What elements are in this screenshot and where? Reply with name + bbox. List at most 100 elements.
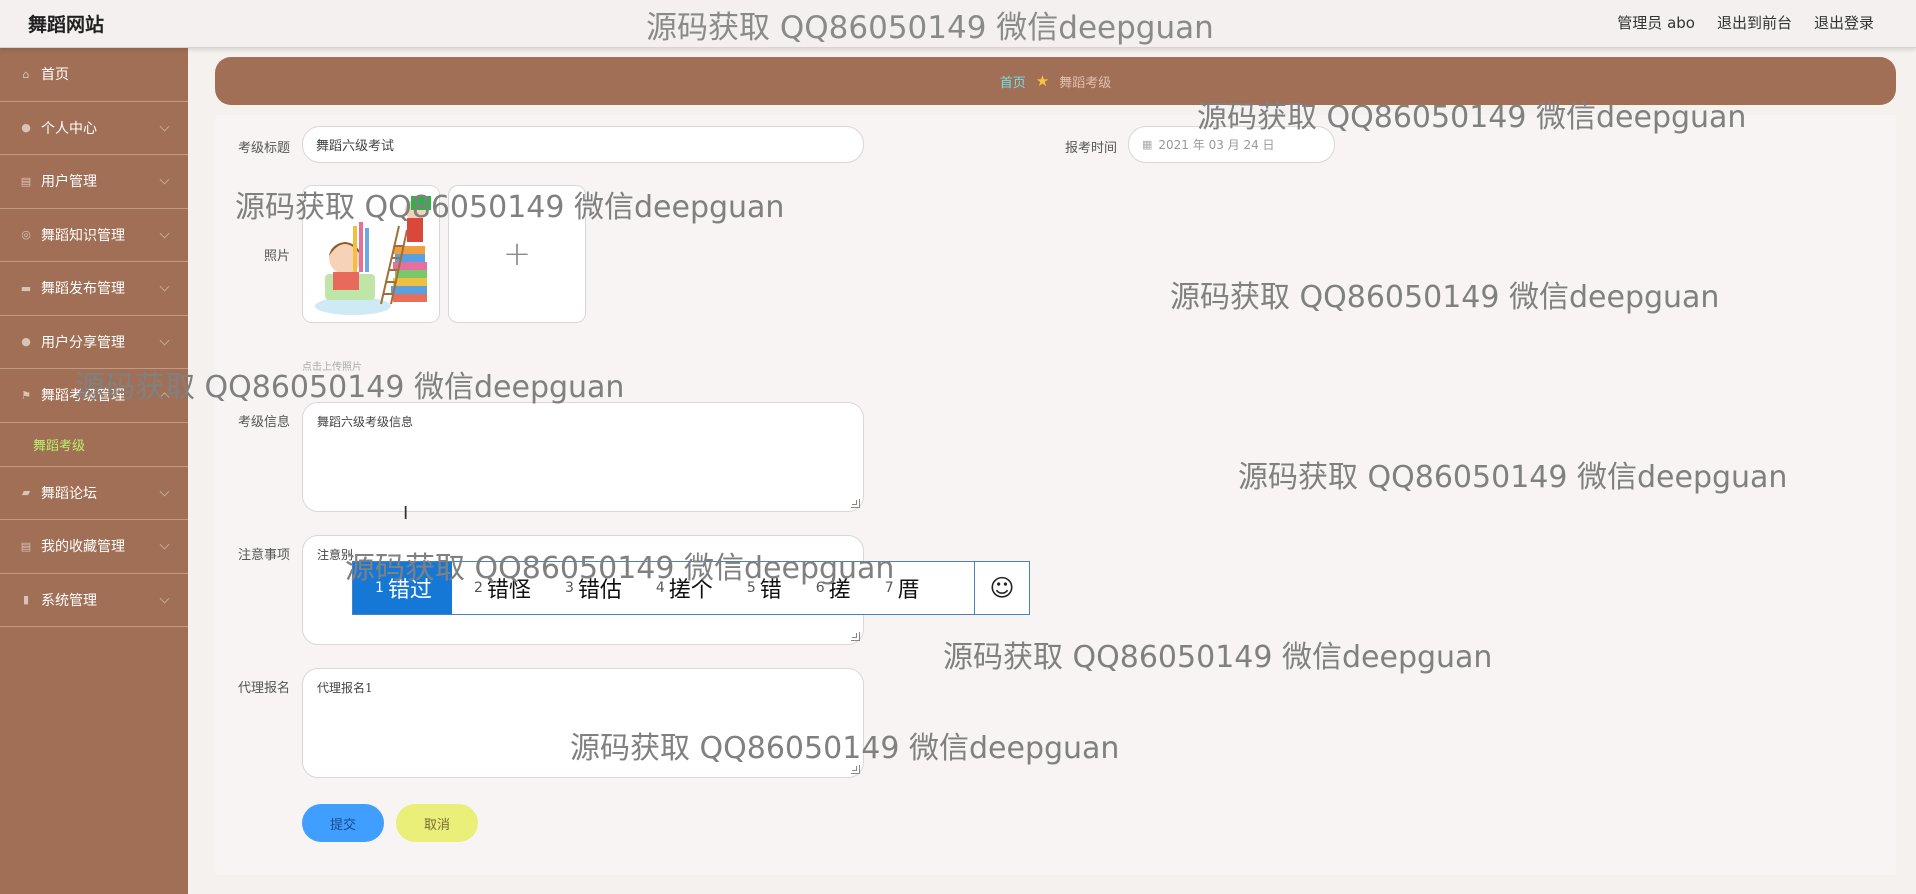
ime-candidate-text: 错怪: [486, 578, 531, 603]
ime-candidate-number: 2: [474, 580, 483, 596]
sidebar-item-my-favorites[interactable]: ▤ 我的收藏管理: [0, 520, 188, 574]
breadcrumb-current: 舞蹈考级: [1059, 75, 1112, 91]
chevron-down-icon: [159, 121, 170, 132]
compass-icon: ◎: [21, 228, 31, 242]
sidebar-item-personal-center[interactable]: ● 个人中心: [0, 102, 188, 155]
sidebar-item-home[interactable]: ⌂ 首页: [0, 48, 188, 102]
exam-info-value: 舞蹈六级考级信息: [317, 415, 414, 429]
admin-user-link[interactable]: 管理员 abo: [1617, 12, 1695, 33]
top-links: 管理员 abo 退出到前台 退出登录: [1617, 12, 1874, 33]
proxy-registration-textarea[interactable]: 代理报名1: [302, 668, 864, 778]
chevron-down-icon: [159, 539, 170, 550]
location-icon: ●: [21, 335, 31, 349]
reading-kids-illustration: [303, 186, 439, 322]
ime-candidate-4[interactable]: 4 搓个: [634, 562, 725, 614]
add-photo-button[interactable]: +: [448, 185, 586, 323]
ime-candidate-7[interactable]: 7 厝: [863, 562, 932, 614]
mic-icon: ▮: [22, 593, 30, 607]
exam-time-label: 报考时间: [1065, 141, 1118, 156]
sidebar-item-dance-exam[interactable]: ⚑ 舞蹈考级管理: [0, 369, 188, 423]
submit-button[interactable]: 提交: [302, 804, 384, 842]
ime-candidate-5[interactable]: 5 错: [725, 562, 794, 614]
sidebar-item-label: 舞蹈考级管理: [41, 388, 125, 405]
resize-handle-icon[interactable]: [851, 499, 860, 508]
header-watermark: 源码获取 QQ86050149 微信deepguan: [646, 10, 1214, 46]
chevron-down-icon: [159, 174, 170, 185]
sidebar: ⌂ 首页 ● 个人中心 ▤ 用户管理 ◎ 舞蹈知识管理 ▬ 舞蹈发布管理 ● 用…: [0, 48, 188, 894]
ime-candidate-1[interactable]: 1 错过: [353, 562, 452, 614]
briefcase-icon: ▬: [20, 281, 32, 295]
proxy-registration-value: 代理报名1: [317, 681, 373, 695]
clipboard-icon: ▤: [20, 174, 32, 188]
sidebar-item-label: 首页: [41, 67, 69, 84]
ime-candidate-number: 7: [884, 580, 894, 596]
cancel-button[interactable]: 取消: [396, 804, 478, 842]
ime-candidate-text: 错: [759, 578, 782, 603]
chat-icon: ▰: [21, 486, 31, 500]
title-input[interactable]: 舞蹈六级考试: [302, 126, 864, 163]
sidebar-item-dance-knowledge[interactable]: ◎ 舞蹈知识管理: [0, 209, 188, 262]
ime-candidate-number: 6: [815, 580, 825, 596]
exit-to-frontend-link[interactable]: 退出到前台: [1717, 12, 1792, 33]
home-icon: ⌂: [22, 67, 30, 81]
emoji-icon[interactable]: ☺: [974, 562, 1029, 614]
sidebar-item-dance-forum[interactable]: ▰ 舞蹈论坛: [0, 467, 188, 520]
sidebar-item-dance-publish[interactable]: ▬ 舞蹈发布管理: [0, 262, 188, 316]
ime-candidate-6[interactable]: 6 搓: [794, 562, 863, 614]
top-bar: 舞蹈网站 源码获取 QQ86050149 微信deepguan 管理员 abo …: [0, 0, 1916, 48]
proxy-registration-label: 代理报名: [238, 681, 291, 696]
sidebar-item-system-management[interactable]: ▮ 系统管理: [0, 574, 188, 627]
sidebar-subitem-dance-exam[interactable]: 舞蹈考级: [0, 423, 188, 467]
resize-handle-icon[interactable]: [851, 765, 860, 774]
notes-label: 注意事项: [238, 548, 291, 563]
sidebar-item-label: 系统管理: [41, 592, 97, 609]
ime-candidate-text: 搓: [828, 578, 851, 603]
ime-candidate-bar: 1 错过 2 错怪 3 错估 4 搓个 5 错 6 搓 7 厝 ☺: [352, 561, 1030, 615]
logout-link[interactable]: 退出登录: [1814, 12, 1874, 33]
chevron-up-icon: [159, 392, 170, 403]
breadcrumb-home-link[interactable]: 首页: [1000, 72, 1026, 91]
exam-form: 考级标题 舞蹈六级考试 报考时间 ▦ 2021 年 03 月 24 日 照片 +…: [215, 115, 1896, 875]
sidebar-item-label: 我的收藏管理: [41, 539, 125, 556]
exam-info-textarea[interactable]: 舞蹈六级考级信息: [302, 402, 864, 512]
sidebar-item-label: 个人中心: [41, 120, 97, 137]
title-label: 考级标题: [238, 141, 291, 156]
site-brand: 舞蹈网站: [28, 14, 105, 36]
ime-candidate-number: 3: [564, 580, 574, 596]
photo-label: 照片: [264, 249, 291, 264]
star-icon: ★: [1035, 72, 1050, 90]
breadcrumb: 首页 ★ 舞蹈考级: [215, 57, 1896, 105]
ime-candidate-text: 搓个: [668, 578, 713, 603]
notes-value: 注意别: [317, 548, 354, 562]
plus-icon: +: [502, 234, 532, 274]
chevron-down-icon: [159, 335, 170, 346]
upload-tip: 点击上传照片: [302, 362, 362, 373]
ime-candidate-3[interactable]: 3 错估: [543, 562, 634, 614]
ime-candidate-number: 1: [375, 580, 384, 596]
ime-candidate-text: 错过: [387, 578, 432, 603]
sidebar-item-user-management[interactable]: ▤ 用户管理: [0, 155, 188, 209]
sidebar-item-label: 舞蹈知识管理: [41, 227, 125, 244]
calendar-icon: ▦: [1142, 138, 1153, 151]
chevron-down-icon: [159, 593, 170, 604]
chevron-down-icon: [159, 228, 170, 239]
ime-candidate-text: 厝: [897, 578, 920, 603]
exam-info-label: 考级信息: [238, 415, 291, 430]
flag-icon: ⚑: [21, 388, 31, 402]
sidebar-item-user-share[interactable]: ● 用户分享管理: [0, 316, 188, 369]
ime-candidate-2[interactable]: 2 错怪: [452, 562, 543, 614]
exam-time-picker[interactable]: ▦ 2021 年 03 月 24 日: [1128, 126, 1335, 163]
sidebar-item-label: 舞蹈发布管理: [41, 281, 125, 298]
chevron-down-icon: [159, 281, 170, 292]
photo-thumbnail[interactable]: [302, 185, 440, 323]
ime-candidate-number: 5: [746, 580, 756, 596]
clipboard-icon: ▤: [20, 539, 32, 553]
ime-candidate-number: 4: [655, 580, 665, 596]
text-cursor-icon: I: [403, 503, 409, 524]
sidebar-item-label: 用户分享管理: [41, 334, 125, 351]
ime-candidate-text: 错估: [577, 578, 622, 603]
main-content: 首页 ★ 舞蹈考级 考级标题 舞蹈六级考试 报考时间 ▦ 2021 年 03 月…: [188, 48, 1916, 894]
resize-handle-icon[interactable]: [851, 632, 860, 641]
user-icon: ●: [21, 121, 31, 135]
chevron-down-icon: [159, 486, 170, 497]
